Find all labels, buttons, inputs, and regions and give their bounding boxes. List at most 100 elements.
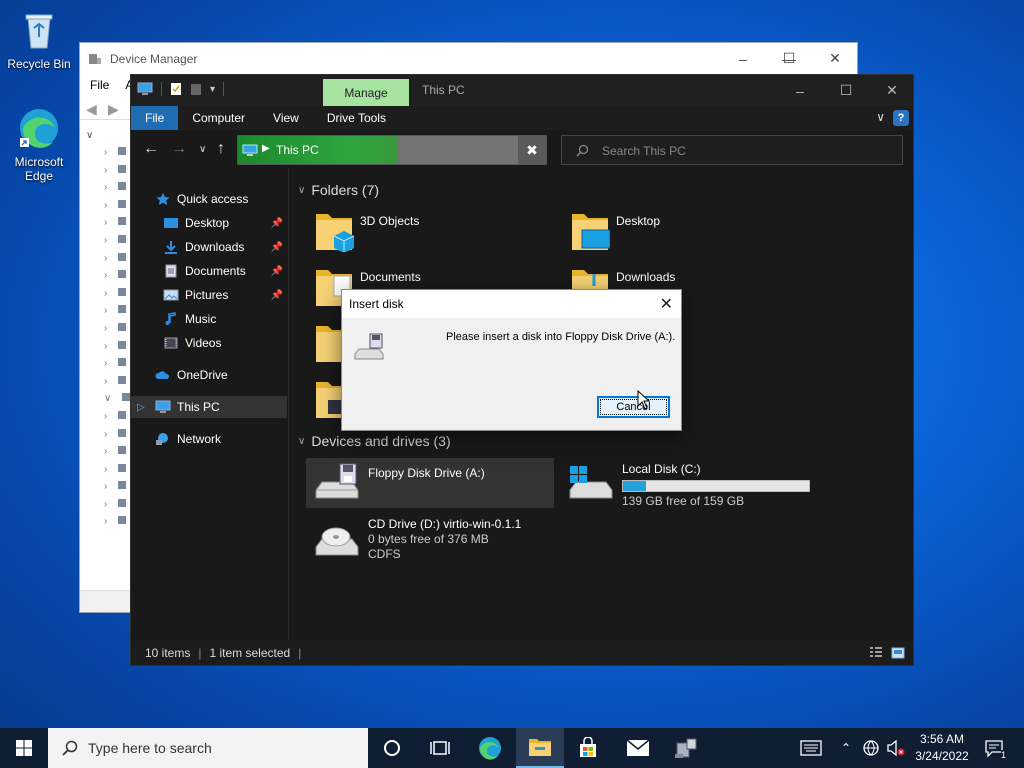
drive-cd-d[interactable]: CD Drive (D:) virtio-win-0.1.1 0 bytes f… [306,513,566,569]
manage-contextual-tab[interactable]: Manage [323,79,409,106]
dm-maximize-button[interactable]: ☐ [766,43,812,74]
recycle-bin-shortcut[interactable]: Recycle Bin [1,8,77,71]
tree-root-chevron-icon[interactable]: ∨ [86,127,126,143]
search-box[interactable]: Search This PC [561,135,903,165]
tree-row[interactable]: › [104,305,130,323]
sidebar-item-videos[interactable]: Videos [131,332,287,354]
cancel-button[interactable]: Cancel [597,396,670,418]
folder-3d-objects[interactable]: 3D Objects [314,208,419,252]
expand-chevron-icon[interactable]: ▷ [137,402,145,413]
tree-row[interactable]: › [104,463,130,482]
dm-back-icon[interactable]: ◀ [86,101,97,118]
back-icon[interactable]: ← [143,140,159,158]
tree-row[interactable]: › [104,446,130,464]
details-view-icon[interactable] [869,646,883,660]
sidebar-item-quick-access[interactable]: Quick access [131,188,287,210]
address-chevron-icon[interactable]: ▶ [262,143,270,154]
help-button[interactable]: ? [893,110,909,126]
tree-row[interactable]: ∨ [104,393,131,411]
dialog-titlebar[interactable]: Insert disk ✕ [342,290,681,318]
explorer-titlebar[interactable]: ▾ Manage This PC – ☐ ✕ [131,75,913,106]
drive-floppy-a[interactable]: Floppy Disk Drive (A:) [306,458,554,508]
tray-keyboard[interactable] [798,728,824,768]
tab-drive-tools[interactable]: Drive Tools [313,106,400,130]
dm-menu-file[interactable]: File [90,78,109,92]
notification-center-button[interactable]: 1 [978,728,1010,768]
tree-row[interactable]: › [104,428,130,447]
taskbar-edge[interactable] [466,728,514,768]
tree-row[interactable]: › [104,498,130,517]
expand-ribbon-icon[interactable]: ∨ [876,110,885,124]
tree-row[interactable]: › [104,164,130,183]
taskbar-file-explorer[interactable] [516,728,564,768]
search-input[interactable]: Search This PC [602,144,686,158]
address-bar[interactable]: ▶ This PC ✖ [237,135,547,165]
collapse-chevron-icon[interactable]: ∨ [298,436,305,447]
tree-row[interactable]: › [104,287,130,306]
sidebar-item-this-pc[interactable]: ▷ This PC [131,396,287,418]
stop-icon[interactable]: ✖ [518,136,546,164]
taskbar-clock[interactable]: 3:56 AM 3/24/2022 [912,731,972,765]
task-view-button[interactable] [416,728,464,768]
tree-row[interactable]: › [104,358,130,376]
tree-row[interactable]: › [104,217,130,235]
sidebar-label: Documents [185,264,246,278]
forward-icon[interactable]: → [171,140,187,158]
tree-row[interactable]: › [104,199,130,218]
insert-disk-dialog[interactable]: Insert disk ✕ Please insert a disk into … [341,289,682,431]
tree-row[interactable]: › [104,410,130,429]
up-icon[interactable]: ↑ [217,140,225,158]
properties-icon[interactable] [170,82,182,96]
taskbar-store[interactable] [564,728,612,768]
tree-row[interactable]: › [104,234,130,253]
drive-local-c[interactable]: Local Disk (C:) 139 GB free of 159 GB [560,458,820,508]
tray-volume[interactable] [884,728,908,768]
sidebar-item-music[interactable]: Music [131,308,287,330]
dialog-message: Please insert a disk into Floppy Disk Dr… [446,331,676,343]
network-globe-icon [863,740,879,756]
tree-row[interactable]: › [104,270,130,288]
dm-close-button[interactable]: ✕ [812,43,858,74]
sidebar-item-documents[interactable]: Documents 📌 [131,260,287,282]
sidebar-item-pictures[interactable]: Pictures 📌 [131,284,287,306]
dm-min-button[interactable]: – [720,43,766,74]
tab-view[interactable]: View [259,106,313,130]
sidebar-item-network[interactable]: Network [131,428,287,450]
tree-row[interactable]: › [104,252,130,271]
tree-row[interactable]: › [104,340,130,359]
tree-row[interactable]: › [104,481,130,499]
explorer-maximize-button[interactable]: ☐ [823,75,869,106]
taskbar-mail[interactable] [614,728,662,768]
tray-network[interactable] [860,728,882,768]
taskbar-search-input[interactable]: Type here to search [88,740,212,756]
recent-locations-icon[interactable]: ∨ [199,144,206,155]
tree-row[interactable]: › [104,322,130,341]
edge-shortcut[interactable]: Microsoft Edge [1,106,77,183]
tab-computer[interactable]: Computer [178,106,259,130]
explorer-close-button[interactable]: ✕ [869,75,915,106]
collapse-chevron-icon[interactable]: ∨ [298,185,305,196]
dialog-close-icon[interactable]: ✕ [660,294,673,314]
tree-row[interactable]: › [104,147,130,165]
sidebar-item-downloads[interactable]: Downloads 📌 [131,236,287,258]
folder-desktop[interactable]: Desktop [570,208,660,252]
tree-row[interactable]: › [104,182,130,200]
explorer-minimize-button[interactable]: – [777,75,823,106]
customize-qat-icon[interactable]: ▾ [210,84,215,95]
tree-row[interactable]: › [104,375,130,394]
explorer-title: This PC [422,83,465,97]
drives-group-header[interactable]: ∨ Devices and drives (3) [298,433,908,449]
sidebar-item-onedrive[interactable]: OneDrive [131,364,287,386]
sidebar-item-desktop[interactable]: Desktop 📌 [131,212,287,234]
dm-forward-icon[interactable]: ▶ [108,101,119,118]
large-icons-view-icon[interactable] [891,646,905,660]
new-folder-icon[interactable] [190,82,202,96]
start-button[interactable] [0,728,48,768]
cortana-button[interactable] [368,728,416,768]
tab-file[interactable]: File [131,106,179,130]
taskbar-device-manager[interactable] [662,728,710,768]
taskbar-search-box[interactable]: Type here to search [48,728,368,768]
tree-row[interactable]: › [104,516,130,534]
tray-show-hidden[interactable]: ⌃ [836,728,856,768]
folders-group-header[interactable]: ∨ Folders (7) [298,182,908,198]
